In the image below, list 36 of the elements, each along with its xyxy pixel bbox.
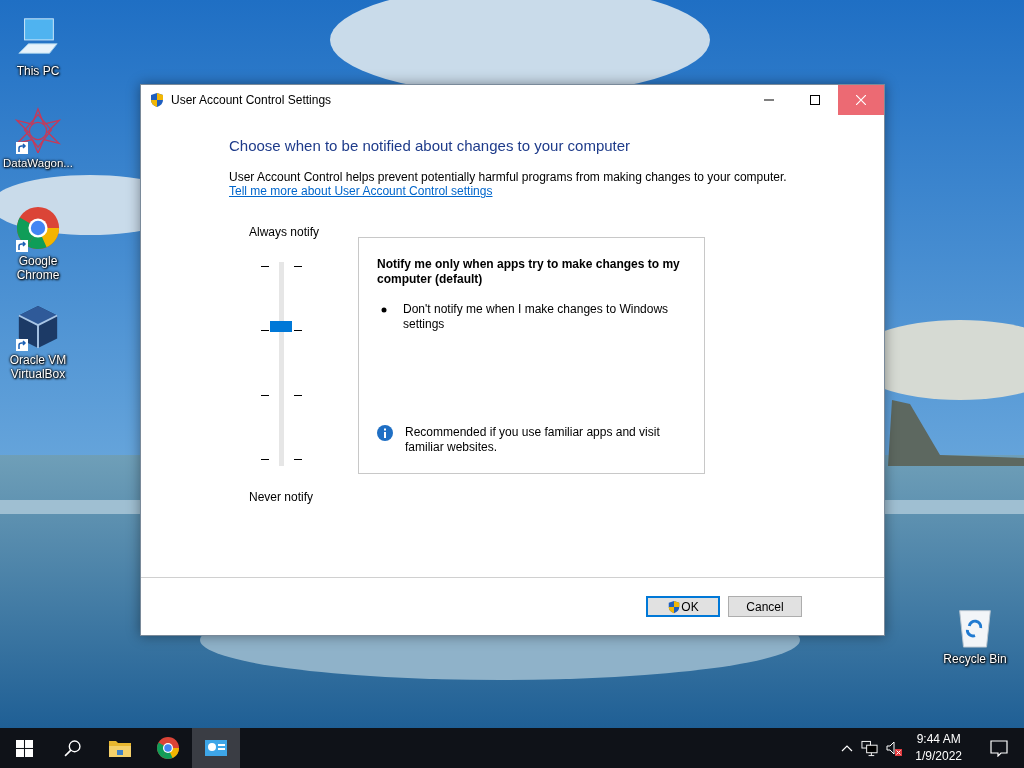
cancel-button[interactable]: Cancel [728, 596, 802, 617]
clock-time[interactable]: 9:44 AM [915, 731, 962, 748]
ok-button[interactable]: OK [646, 596, 720, 617]
icon-label[interactable]: This PC [16, 64, 60, 78]
window-button[interactable] [192, 728, 240, 768]
slider-label: Always notify [249, 225, 321, 239]
shield-icon [149, 92, 165, 108]
bullet-icon [381, 307, 387, 313]
network-icon[interactable] [861, 739, 879, 757]
bullet-text: Don't notify me when I make changes to Windows settings [403, 302, 670, 332]
clock-date[interactable]: 1/9/2022 [915, 748, 962, 765]
note-text: Recommended if you use familiar apps and visit familiar websites. [405, 425, 661, 455]
muted-speaker-icon[interactable] [886, 739, 904, 757]
icon-label[interactable]: DataWagon... [3, 156, 73, 170]
notification-slider[interactable] [260, 262, 304, 466]
panel-title: Notify me only when apps try to make changes to my computer (default) [377, 257, 681, 287]
heading: Choose when to be notified about changes to your computer [229, 137, 632, 154]
description-text: User Account Control helps prevent potentially harmful programs from making changes to your computer. [229, 170, 788, 184]
chrome-icon[interactable] [156, 736, 180, 760]
slider-thumb[interactable] [270, 321, 292, 333]
control-panel-icon[interactable] [205, 738, 227, 758]
close-icon[interactable] [856, 95, 866, 105]
windows-logo-icon[interactable] [15, 739, 33, 757]
notifications-icon[interactable] [990, 739, 1008, 757]
shield-icon[interactable] [667, 599, 682, 614]
folder-icon[interactable] [109, 738, 131, 758]
search-icon[interactable] [63, 739, 81, 757]
slider-label: Never notify [249, 490, 315, 504]
maximize-icon[interactable] [810, 95, 820, 105]
star-icon[interactable] [15, 107, 61, 153]
window-title: User Account Control Settings [171, 93, 332, 107]
icon-label[interactable]: Google Chrome [0, 254, 76, 282]
info-icon [377, 425, 393, 441]
help-link[interactable]: Tell me more about User Account Control settings [229, 184, 493, 198]
icon-label[interactable]: Recycle Bin [943, 652, 1007, 666]
chevron-up-icon[interactable] [841, 743, 854, 753]
